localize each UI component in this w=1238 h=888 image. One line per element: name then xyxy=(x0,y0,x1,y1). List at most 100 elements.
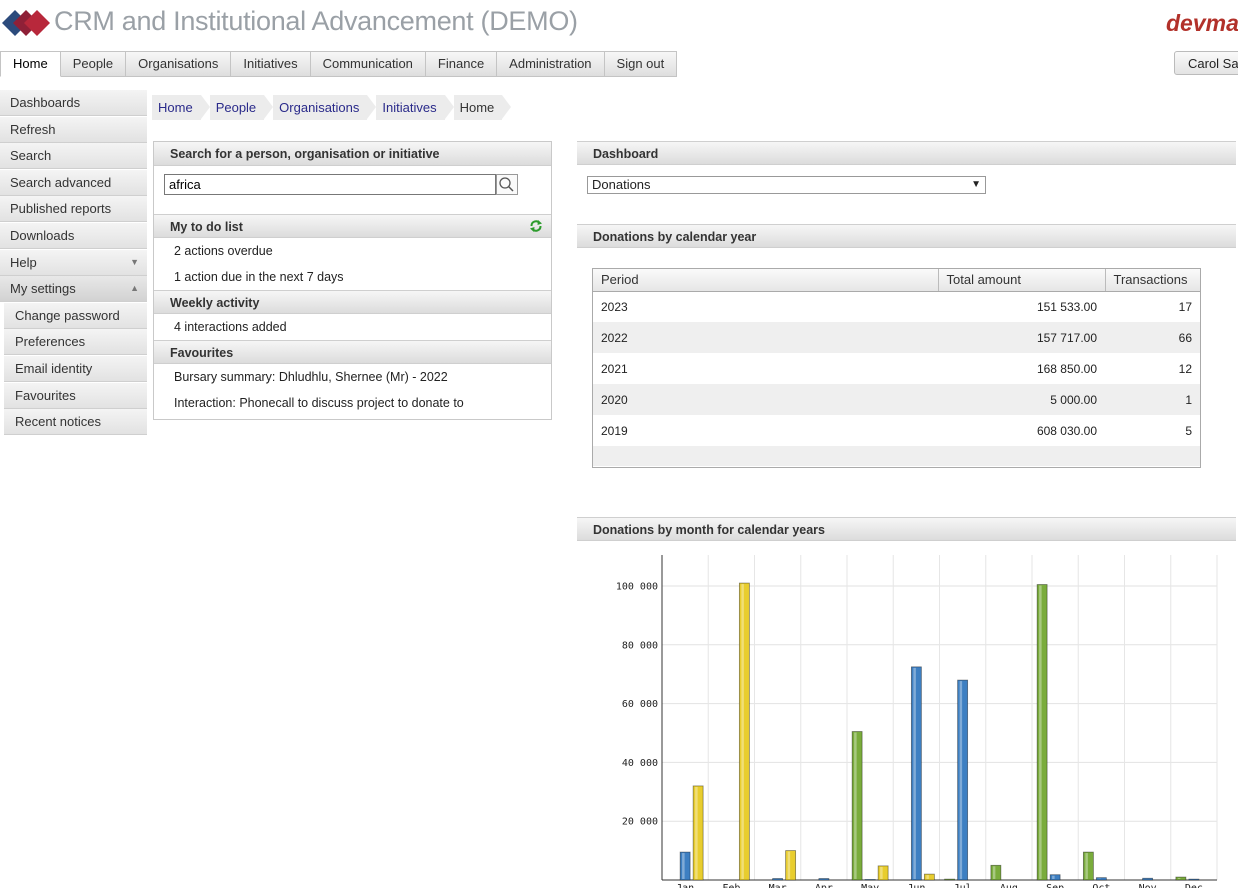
table-row[interactable]: 2021 168 850.00 12 xyxy=(593,353,1200,384)
sidebar-item-published-reports[interactable]: Published reports xyxy=(0,196,147,223)
dashboard-select-value: Donations xyxy=(592,177,651,192)
todo-list: 2 actions overdue 1 action due in the nex… xyxy=(154,238,551,290)
bar-may-series-1[interactable] xyxy=(864,879,876,881)
period-cell: 2023 xyxy=(601,299,628,314)
breadcrumb-item-organisations[interactable]: Organisations xyxy=(273,95,377,120)
transactions-cell: 5 xyxy=(1185,423,1192,438)
sidebar-item-help[interactable]: Help ▼ xyxy=(0,249,147,276)
sidebar-item-downloads[interactable]: Downloads xyxy=(0,222,147,249)
user-menu-button[interactable]: Carol Sa xyxy=(1174,51,1238,75)
bar-apr-series-1[interactable] xyxy=(818,878,830,881)
sidebar-item-label: Downloads xyxy=(10,227,75,243)
donations-month-chart: 20 000 40 000 60 000 80 000 100 000 Jan Feb Mar… xyxy=(616,555,1218,888)
sidebar-subitem-change-password[interactable]: Change password xyxy=(4,302,147,329)
bar-sep-series-1[interactable] xyxy=(1049,874,1061,881)
brand-logo-text: devma xyxy=(1166,10,1238,36)
breadcrumb-item-home[interactable]: Home xyxy=(152,95,210,120)
sidebar-item-label: Recent notices xyxy=(15,414,101,430)
refresh-icon[interactable] xyxy=(529,219,543,233)
tab-communication[interactable]: Communication xyxy=(310,51,426,77)
favourite-item[interactable]: Bursary summary: Dhludhlu, Shernee (Mr) … xyxy=(154,364,551,390)
bar-dec-series-1[interactable] xyxy=(1188,878,1200,881)
dashboard-select[interactable]: Donations ▼ xyxy=(587,176,986,194)
chart-heading: Donations by month for calendar years xyxy=(577,517,1236,541)
tab-sign-out[interactable]: Sign out xyxy=(604,51,678,77)
sidebar-item-dashboards[interactable]: Dashboards xyxy=(0,90,147,116)
bar-jan-series-1[interactable] xyxy=(679,851,691,881)
tab-home[interactable]: Home xyxy=(0,51,61,77)
bar-sep-series-0[interactable] xyxy=(1036,584,1048,881)
search-button[interactable] xyxy=(496,174,518,195)
bar-aug-series-0[interactable] xyxy=(990,864,1002,881)
x-tick-label: Nov xyxy=(1139,883,1157,888)
x-tick-label: Feb xyxy=(722,883,740,888)
activity-item[interactable]: 4 interactions added xyxy=(154,314,551,340)
x-tick-label: Jul xyxy=(954,883,972,888)
favourites-heading: Favourites xyxy=(154,340,551,364)
sidebar-item-label: Published reports xyxy=(10,201,112,217)
bar-jun-series-1[interactable] xyxy=(910,666,922,881)
bar-jul-series-0[interactable] xyxy=(944,878,956,881)
bar-dec-series-0[interactable] xyxy=(1175,876,1187,881)
period-cell: 2019 xyxy=(601,423,628,438)
breadcrumb-item-initiatives[interactable]: Initiatives xyxy=(376,95,454,120)
bar-oct-series-0[interactable] xyxy=(1082,851,1094,881)
bar-may-series-0[interactable] xyxy=(851,731,863,881)
sidebar-item-search[interactable]: Search xyxy=(0,143,147,170)
sidebar-item-label: Change password xyxy=(15,307,120,323)
sidebar-item-my-settings[interactable]: My settings ▲ xyxy=(0,276,147,303)
table-row[interactable]: 2023 151 533.00 17 xyxy=(593,291,1200,322)
column-header-period[interactable]: Period xyxy=(593,269,939,292)
sidebar-item-search-advanced[interactable]: Search advanced xyxy=(0,169,147,196)
x-tick-label: May xyxy=(861,883,879,888)
bar-highlight xyxy=(1052,875,1055,879)
bar-highlight xyxy=(854,732,857,879)
favourite-item[interactable]: Interaction: Phonecall to discuss projec… xyxy=(154,390,551,416)
amount-cell: 151 533.00 xyxy=(1036,299,1097,314)
bar-mar-series-1[interactable] xyxy=(772,878,784,881)
tab-initiatives[interactable]: Initiatives xyxy=(231,51,311,77)
table-row[interactable]: 2019 608 030.00 5 xyxy=(593,415,1200,446)
y-tick-label: 100 000 xyxy=(616,582,658,593)
column-header-transactions[interactable]: Transactions xyxy=(1105,269,1200,292)
sidebar-item-label: Refresh xyxy=(10,121,56,137)
bar-jun-series-2[interactable] xyxy=(923,873,935,881)
bar-jul-series-1[interactable] xyxy=(957,679,969,881)
bar-oct-series-1[interactable] xyxy=(1095,877,1107,881)
bar-highlight xyxy=(741,584,744,879)
breadcrumb-item-people[interactable]: People xyxy=(209,95,274,120)
bar-nov-series-1[interactable] xyxy=(1142,877,1154,881)
bar-highlight xyxy=(880,866,883,879)
column-header-total-amount[interactable]: Total amount xyxy=(938,269,1106,292)
tab-people[interactable]: People xyxy=(60,51,127,77)
amount-cell: 157 717.00 xyxy=(938,322,1105,353)
bar-may-series-2[interactable] xyxy=(877,865,889,881)
sidebar-subitem-recent-notices[interactable]: Recent notices xyxy=(4,409,147,436)
bar-highlight xyxy=(1039,585,1042,879)
x-tick-label: Aug xyxy=(1000,883,1018,888)
sidebar-subitem-favourites[interactable]: Favourites xyxy=(4,382,147,409)
tab-finance[interactable]: Finance xyxy=(425,51,498,77)
devman-logo-icon xyxy=(2,10,50,36)
bar-feb-series-2[interactable] xyxy=(738,582,750,881)
todo-item[interactable]: 1 action due in the next 7 days xyxy=(154,264,551,290)
amount-cell: 168 850.00 xyxy=(1036,361,1097,376)
bar-highlight xyxy=(959,681,963,879)
sidebar-item-label: Search advanced xyxy=(10,174,112,190)
sidebar: Dashboards Refresh Search Search advanced Pu… xyxy=(0,90,147,436)
y-tick-label: 20 000 xyxy=(622,817,658,828)
bar-mar-series-2[interactable] xyxy=(785,850,797,881)
tab-organisations[interactable]: Organisations xyxy=(126,51,232,77)
sidebar-item-refresh[interactable]: Refresh xyxy=(0,116,147,143)
table-row[interactable]: 2022 157 717.00 66 xyxy=(593,322,1200,353)
todo-item[interactable]: 2 actions overdue xyxy=(154,238,551,264)
search-input[interactable] xyxy=(164,174,496,195)
table-row[interactable]: 2020 5 000.00 1 xyxy=(593,384,1200,415)
x-tick-label: Mar xyxy=(769,883,787,888)
y-tick-label: 60 000 xyxy=(622,699,658,710)
bar-jan-series-2[interactable] xyxy=(692,785,704,881)
sidebar-subitem-email-identity[interactable]: Email identity xyxy=(4,355,147,382)
sidebar-subitem-preferences[interactable]: Preferences xyxy=(4,329,147,356)
tab-administration[interactable]: Administration xyxy=(497,51,605,77)
amount-cell: 608 030.00 xyxy=(1036,423,1097,438)
